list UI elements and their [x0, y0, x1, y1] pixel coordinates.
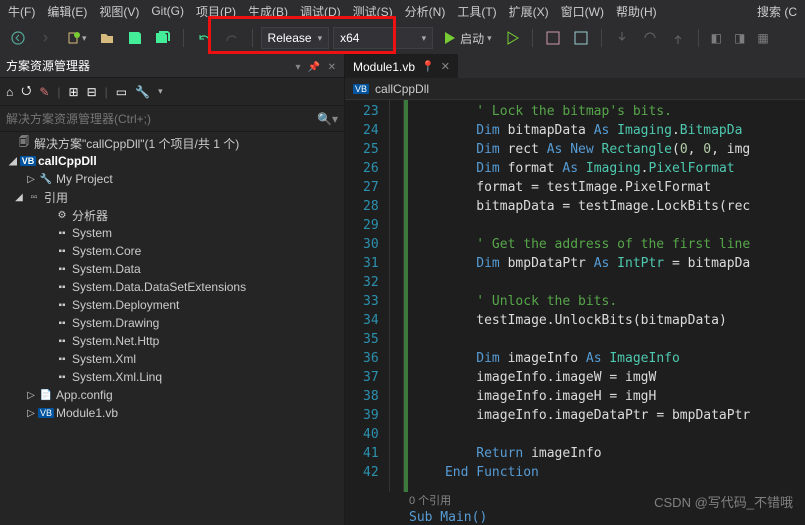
show-all-icon[interactable]: ▭	[116, 85, 127, 99]
explorer-title-bar: 方案资源管理器 ▾ 📌 ✕	[0, 54, 344, 78]
collapse-icon[interactable]: ⊟	[87, 85, 97, 99]
menu-git[interactable]: Git(G)	[147, 2, 188, 20]
toolbar: ▾ Release▾ x64▾ 启动▾ ◧ ◨ ▦	[0, 22, 805, 54]
reference-item[interactable]: ▪▪System.Drawing	[0, 314, 344, 332]
step-over-button[interactable]	[638, 27, 662, 49]
open-button[interactable]	[95, 27, 119, 49]
code-line: Sub Main()	[345, 510, 805, 525]
menu-bar: 牛(F) 编辑(E) 视图(V) Git(G) 项目(P) 生成(B) 调试(D…	[0, 0, 805, 22]
menu-tools[interactable]: 工具(T)	[453, 1, 500, 22]
chevron-down-icon: ▾	[422, 33, 427, 44]
solution-explorer: 方案资源管理器 ▾ 📌 ✕ ⌂ ⭯ ✎ | ⊞ ⊟ | ▭ 🔧 ▾ 🔍▾ 🗐解决…	[0, 54, 345, 525]
tab-close-icon[interactable]: ✕	[441, 60, 450, 73]
references-node[interactable]: ◢▫▫引用	[0, 188, 344, 206]
menu-window[interactable]: 窗口(W)	[557, 1, 608, 22]
search-icon[interactable]: 🔍▾	[317, 112, 338, 126]
nav-fwd-button	[34, 27, 58, 49]
explorer-toolbar: ⌂ ⭯ ✎ | ⊞ ⊟ | ▭ 🔧 ▾	[0, 78, 344, 106]
solution-tree[interactable]: 🗐解决方案"callCppDll"(1 个项目/共 1 个) ◢VBcallCp…	[0, 132, 344, 525]
close-icon[interactable]: ✕	[326, 62, 338, 73]
config-combo[interactable]: Release▾	[261, 27, 330, 49]
save-all-button[interactable]	[151, 27, 175, 49]
line-gutter: 2324252627282930313233343536373839404142	[345, 100, 390, 492]
tree-item[interactable]: ▷📄App.config	[0, 386, 344, 404]
solution-node[interactable]: 🗐解决方案"callCppDll"(1 个项目/共 1 个)	[0, 134, 344, 152]
code-lens[interactable]: 0 个引用	[345, 492, 805, 510]
dropdown-icon[interactable]: ▾	[293, 62, 302, 73]
menu-analyze[interactable]: 分析(N)	[401, 1, 450, 22]
menu-help[interactable]: 帮助(H)	[612, 1, 661, 22]
reference-item[interactable]: ▪▪System.Xml.Linq	[0, 368, 344, 386]
reference-item[interactable]: ▪▪System.Deployment	[0, 296, 344, 314]
menu-edit[interactable]: 编辑(E)	[43, 1, 91, 22]
reference-item[interactable]: ⚙分析器	[0, 206, 344, 224]
menu-ext[interactable]: 扩展(X)	[505, 1, 553, 22]
tree-item[interactable]: ▷VBModule1.vb	[0, 404, 344, 422]
tab-bar: Module1.vb 📍 ✕	[345, 54, 805, 78]
reference-item[interactable]: ▪▪System.Data	[0, 260, 344, 278]
explorer-search: 🔍▾	[0, 106, 344, 132]
sync-icon[interactable]: ⭯	[21, 81, 31, 102]
tool-icon-2[interactable]	[569, 27, 593, 49]
tool-icon-3[interactable]: ◧	[707, 28, 726, 48]
tab-pin-icon[interactable]: 📍	[421, 60, 435, 73]
menu-view[interactable]: 视图(V)	[95, 1, 143, 22]
breadcrumb[interactable]: VB callCppDll	[345, 78, 805, 100]
vb-icon: VB	[353, 84, 369, 94]
reference-item[interactable]: ▪▪System.Net.Http	[0, 332, 344, 350]
code-content[interactable]: ' Lock the bitmap's bits. Dim bitmapData…	[408, 100, 805, 492]
redo-button	[220, 27, 244, 49]
search-input[interactable]	[6, 112, 286, 126]
pin-icon[interactable]: 📌	[306, 62, 322, 73]
step-out-button[interactable]	[666, 27, 690, 49]
fold-column[interactable]	[390, 100, 404, 492]
tab-module1[interactable]: Module1.vb 📍 ✕	[345, 54, 458, 78]
undo-button[interactable]	[192, 27, 216, 49]
reference-item[interactable]: ▪▪System.Core	[0, 242, 344, 260]
menu-file[interactable]: 牛(F)	[4, 1, 39, 22]
menu-debug[interactable]: 调试(D)	[296, 1, 345, 22]
save-button[interactable]	[123, 27, 147, 49]
step-into-button[interactable]	[610, 27, 634, 49]
menu-search[interactable]: 搜索 (C	[753, 1, 801, 22]
tool-icon-4[interactable]: ◨	[730, 28, 749, 48]
explorer-title: 方案资源管理器	[6, 57, 90, 74]
reference-item[interactable]: ▪▪System.Data.DataSetExtensions	[0, 278, 344, 296]
brush-icon[interactable]: ✎	[39, 85, 49, 99]
new-item-button[interactable]: ▾	[62, 27, 91, 49]
code-editor: Module1.vb 📍 ✕ VB callCppDll 23242526272…	[345, 54, 805, 525]
project-node[interactable]: ◢VBcallCppDll	[0, 152, 344, 170]
filter-icon[interactable]: ⊞	[69, 85, 79, 99]
platform-combo[interactable]: x64▾	[333, 27, 433, 49]
reference-item[interactable]: ▪▪System.Xml	[0, 350, 344, 368]
reference-item[interactable]: ▪▪System	[0, 224, 344, 242]
menu-build[interactable]: 生成(B)	[244, 1, 292, 22]
nav-back-button[interactable]	[6, 27, 30, 49]
properties-icon[interactable]: 🔧	[135, 85, 150, 99]
tool-icon-1[interactable]	[541, 27, 565, 49]
menu-test[interactable]: 测试(S)	[349, 1, 397, 22]
tree-item[interactable]: ▷🔧My Project	[0, 170, 344, 188]
home-icon[interactable]: ⌂	[6, 85, 13, 99]
start-debug-button[interactable]: 启动▾	[437, 27, 496, 50]
start-without-debug-button[interactable]	[500, 27, 524, 49]
tool-icon-5[interactable]: ▦	[753, 28, 772, 48]
chevron-down-icon: ▾	[318, 33, 323, 44]
menu-project[interactable]: 项目(P)	[192, 1, 240, 22]
